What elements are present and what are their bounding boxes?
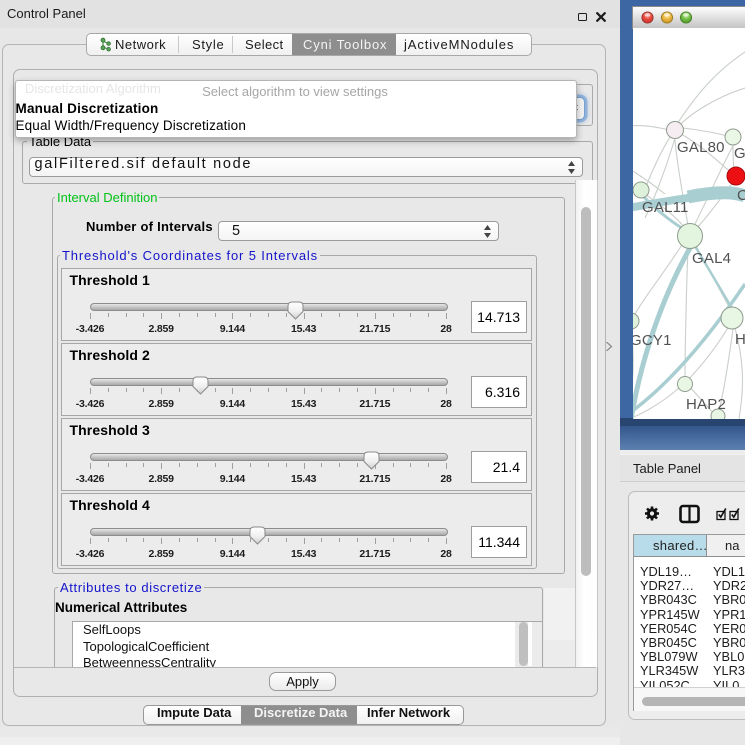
svg-text:GAL2: GAL2 — [734, 145, 745, 162]
svg-text:GAL11: GAL11 — [642, 199, 689, 216]
svg-text:GAL4: GAL4 — [692, 250, 731, 267]
svg-text:CYC: CYC — [737, 187, 745, 204]
svg-text:HIS: HIS — [735, 331, 745, 348]
svg-text:HAP2: HAP2 — [686, 396, 726, 413]
svg-text:GCY1: GCY1 — [633, 332, 672, 349]
svg-text:GAL80: GAL80 — [677, 139, 725, 156]
